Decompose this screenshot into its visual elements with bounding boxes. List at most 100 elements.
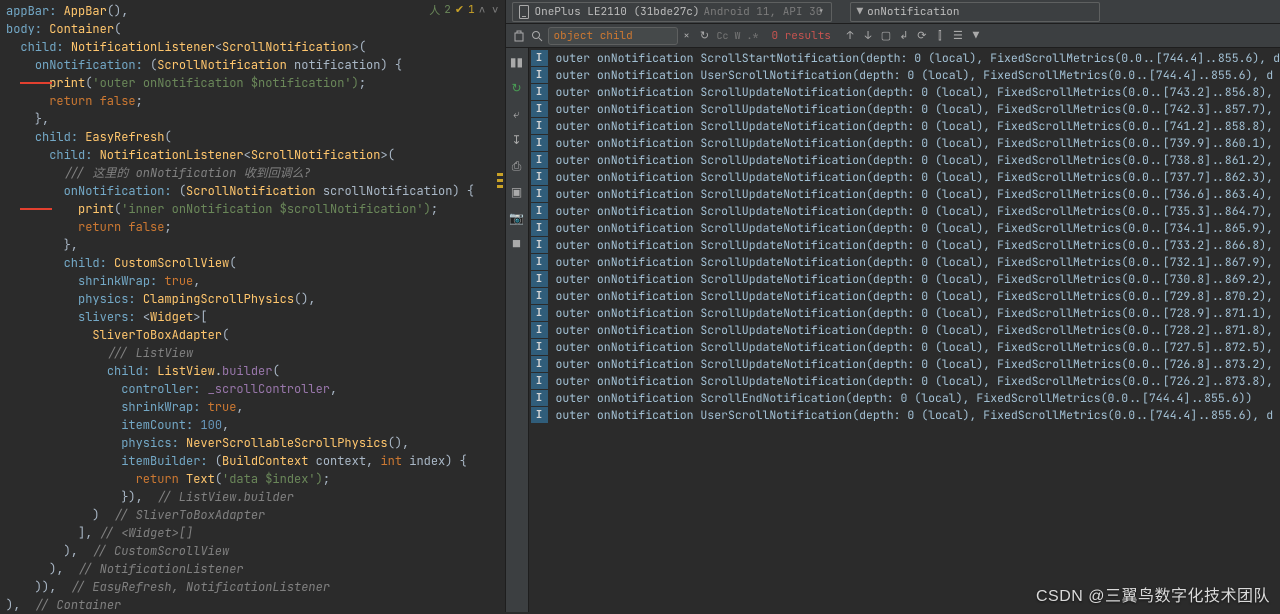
code-line[interactable]: ) // SliverToBoxAdapter [6,506,505,524]
log-level-badge: I [531,288,548,305]
log-line[interactable]: outer onNotification ScrollUpdateNotific… [556,186,1280,203]
device-details: Android 11, API 30 [704,5,823,19]
record-button[interactable]: ■ [509,236,525,252]
log-output[interactable]: outer onNotification ScrollStartNotifica… [550,48,1280,612]
log-level-badge: I [531,84,548,101]
code-line[interactable]: }), // ListView.builder [6,488,505,506]
log-level-badge: I [531,67,548,84]
log-level-badge: I [531,50,548,67]
prev-match-button[interactable]: ↑ [841,27,859,45]
print-button[interactable]: ⎙ [509,158,525,174]
code-line[interactable]: }, [6,236,505,254]
code-line[interactable]: itemBuilder: (BuildContext context, int … [6,452,505,470]
clear-log-button[interactable] [510,27,528,45]
watermark: CSDN @三翼鸟数字化技术团队 [1036,582,1270,606]
code-line[interactable]: appBar: AppBar(), [6,2,505,20]
log-line[interactable]: outer onNotification ScrollUpdateNotific… [556,288,1280,305]
code-line[interactable]: onNotification: (ScrollNotification scro… [6,182,505,200]
settings-icon[interactable]: ☰ [949,27,967,45]
code-line[interactable]: ), // CustomScrollView [6,542,505,560]
code-line[interactable]: child: EasyRefresh( [6,128,505,146]
log-line[interactable]: outer onNotification ScrollUpdateNotific… [556,305,1280,322]
code-line[interactable]: )), // EasyRefresh, NotificationListener [6,578,505,596]
log-line[interactable]: outer onNotification ScrollUpdateNotific… [556,254,1280,271]
code-line[interactable]: /// 这里的 onNotification 收到回调么? [6,164,505,182]
search-result-count: 0 results [762,29,841,43]
code-line[interactable]: return false; [6,92,505,110]
code-line[interactable]: print('outer onNotification $notificatio… [6,74,505,92]
code-line[interactable]: SliverToBoxAdapter( [6,326,505,344]
code-line[interactable]: itemCount: 100, [6,416,505,434]
code-editor[interactable]: appBar: AppBar(),body: Container( child:… [0,0,505,614]
code-line[interactable]: physics: NeverScrollableScrollPhysics(), [6,434,505,452]
code-line[interactable]: child: NotificationListener<ScrollNotifi… [6,146,505,164]
code-line[interactable]: child: NotificationListener<ScrollNotifi… [6,38,505,56]
code-line[interactable]: ), // NotificationListener [6,560,505,578]
regex-toggle[interactable]: .* [744,29,762,42]
device-select[interactable]: OnePlus LE2110 (31bde27c) Android 11, AP… [512,2,832,22]
log-line[interactable]: outer onNotification ScrollUpdateNotific… [556,237,1280,254]
log-line[interactable]: outer onNotification ScrollUpdateNotific… [556,101,1280,118]
next-match-button[interactable]: ↓ [859,27,877,45]
code-line[interactable]: print('inner onNotification $scrollNotif… [6,200,505,218]
code-line[interactable]: onNotification: (ScrollNotification noti… [6,56,505,74]
history-icon[interactable]: ↻ [696,27,714,45]
code-line[interactable]: controller: _scrollController, [6,380,505,398]
restart-log-button[interactable]: ↻ [509,80,525,96]
code-line[interactable]: /// ListView [6,344,505,362]
log-filter-input[interactable]: ▼ onNotification [850,2,1100,22]
log-line[interactable]: outer onNotification ScrollUpdateNotific… [556,203,1280,220]
code-line[interactable]: child: ListView.builder( [6,362,505,380]
log-line[interactable]: outer onNotification ScrollUpdateNotific… [556,169,1280,186]
log-line[interactable]: outer onNotification ScrollUpdateNotific… [556,356,1280,373]
restart-button[interactable]: ⟳ [913,27,931,45]
code-line[interactable]: slivers: <Widget>[ [6,308,505,326]
code-line[interactable]: child: CustomScrollView( [6,254,505,272]
log-level-badge: I [531,356,548,373]
wrap-toggle[interactable]: ↲ [895,27,913,45]
log-level-badge: I [531,203,548,220]
soft-wrap-button[interactable]: ⤶ [509,106,525,122]
close-icon[interactable]: × [678,27,696,45]
log-line[interactable]: outer onNotification UserScrollNotificat… [556,67,1280,84]
change-markers [497,170,505,191]
logcat-pane: OnePlus LE2110 (31bde27c) Android 11, AP… [505,0,1280,612]
screenshot-button[interactable]: 📷 [509,210,525,226]
pause-button[interactable]: ▮▮ [509,54,525,70]
filter-toggle[interactable]: ▢ [877,27,895,45]
log-level-badge: I [531,271,548,288]
log-level-badge: I [531,254,548,271]
log-level-badge: I [531,186,548,203]
code-line[interactable]: return false; [6,218,505,236]
chevron-down-icon: ▾ [818,5,825,19]
log-line[interactable]: outer onNotification ScrollEndNotificati… [556,390,1280,407]
match-case[interactable]: Cc [714,29,732,42]
code-line[interactable]: shrinkWrap: true, [6,398,505,416]
log-search-input[interactable]: object child [548,27,678,45]
code-line[interactable]: ], // <Widget>[] [6,524,505,542]
code-line[interactable]: physics: ClampingScrollPhysics(), [6,290,505,308]
log-line[interactable]: outer onNotification ScrollUpdateNotific… [556,322,1280,339]
code-line[interactable]: return Text('data $index'); [6,470,505,488]
code-line[interactable]: }, [6,110,505,128]
log-level-badge: I [531,322,548,339]
log-line[interactable]: outer onNotification ScrollUpdateNotific… [556,135,1280,152]
log-line[interactable]: outer onNotification ScrollStartNotifica… [556,50,1280,67]
code-line[interactable]: shrinkWrap: true, [6,272,505,290]
log-line[interactable]: outer onNotification ScrollUpdateNotific… [556,271,1280,288]
log-line[interactable]: outer onNotification ScrollUpdateNotific… [556,84,1280,101]
log-line[interactable]: outer onNotification ScrollUpdateNotific… [556,118,1280,135]
log-line[interactable]: outer onNotification ScrollUpdateNotific… [556,152,1280,169]
layout-button[interactable]: ▣ [509,184,525,200]
scroll-end-button[interactable]: ↧ [509,132,525,148]
code-line[interactable]: ), // Container [6,596,505,614]
log-line[interactable]: outer onNotification ScrollUpdateNotific… [556,220,1280,237]
log-line[interactable]: outer onNotification UserScrollNotificat… [556,407,1280,424]
log-line[interactable]: outer onNotification ScrollUpdateNotific… [556,373,1280,390]
split-icon[interactable]: ⫿ [931,27,949,45]
search-icon[interactable] [528,27,546,45]
code-line[interactable]: body: Container( [6,20,505,38]
words-only[interactable]: W [732,29,744,42]
funnel-icon-2[interactable]: ▼ [967,27,985,45]
log-line[interactable]: outer onNotification ScrollUpdateNotific… [556,339,1280,356]
